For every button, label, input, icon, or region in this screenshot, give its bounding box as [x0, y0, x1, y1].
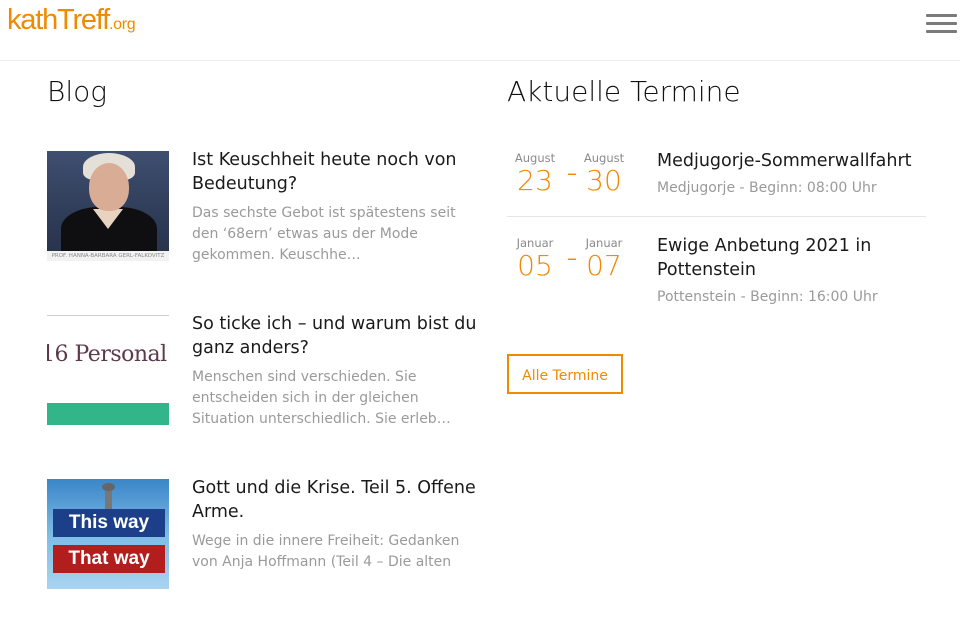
event-end-day: 07 [586, 249, 622, 282]
event-item: Januar 05 – Januar 07 Ewige Anbetung 202… [507, 236, 926, 316]
portrait-face [89, 163, 129, 211]
event-location-time: Pottenstein - Beginn: 16:00 Uhr [657, 289, 878, 305]
thumbnail-green-bar [47, 403, 169, 425]
site-logo[interactable]: kathTreff.org [7, 4, 136, 37]
blog-post: PROF. HANNA-BARBARA GERL-FALKOVITZ Ist K… [47, 148, 477, 291]
post-title-link[interactable]: So ticke ich – und warum bist du ganz an… [192, 312, 477, 360]
site-header: kathTreff.org [0, 0, 960, 61]
post-excerpt: Das sechste Gebot ist spätestens seit de… [192, 205, 456, 263]
blog-post: 16 Personal So ticke ich – und warum bis… [47, 312, 477, 455]
thumbnail-divider [47, 315, 169, 316]
logo-tld-text: .org [109, 16, 136, 33]
event-start-month: August [514, 151, 556, 165]
event-location-time: Medjugorje - Beginn: 08:00 Uhr [657, 180, 877, 196]
menu-bar [926, 22, 957, 25]
thumbnail-brand-text: 16 Personal [47, 342, 167, 367]
event-end-month: Januar [585, 236, 623, 250]
thumbnail-caption: PROF. HANNA-BARBARA GERL-FALKOVITZ [47, 251, 169, 261]
post-title-link[interactable]: Gott und die Krise. Teil 5. Offene Arme. [192, 476, 477, 524]
post-thumbnail[interactable]: 16 Personal [47, 315, 169, 425]
event-title-link[interactable]: Medjugorje-Sommerwallfahrt [657, 149, 922, 173]
event-title-link[interactable]: Ewige Anbetung 2021 in Pottenstein [657, 234, 922, 282]
hamburger-menu-icon[interactable] [926, 14, 957, 34]
events-section-title: Aktuelle Termine [507, 75, 741, 108]
sign-that-way: That way [53, 545, 165, 573]
sign-pole-top [102, 483, 115, 491]
post-title-link[interactable]: Ist Keuschheit heute noch von Bedeutung? [192, 148, 477, 196]
event-start-month: Januar [516, 236, 554, 250]
all-events-button[interactable]: Alle Termine [507, 354, 623, 394]
menu-bar [926, 30, 957, 33]
blog-section-title: Blog [47, 75, 108, 108]
post-thumbnail[interactable]: This way That way [47, 479, 169, 589]
blog-post: This way That way Gott und die Krise. Te… [47, 476, 477, 619]
logo-main-text: kathTreff [7, 4, 110, 36]
event-start-day: 05 [517, 249, 553, 282]
post-thumbnail[interactable]: PROF. HANNA-BARBARA GERL-FALKOVITZ [47, 151, 169, 261]
menu-bar [926, 14, 957, 17]
sign-this-way: This way [53, 509, 165, 537]
post-excerpt: Menschen sind verschieden. Sie entscheid… [192, 369, 451, 427]
event-end-day: 30 [586, 164, 622, 197]
event-item: August 23 – August 30 Medjugorje-Sommerw… [507, 151, 926, 217]
event-end-month: August [583, 151, 625, 165]
event-start-day: 23 [517, 164, 553, 197]
post-excerpt: Wege in die innere Freiheit: Gedanken vo… [192, 533, 460, 570]
